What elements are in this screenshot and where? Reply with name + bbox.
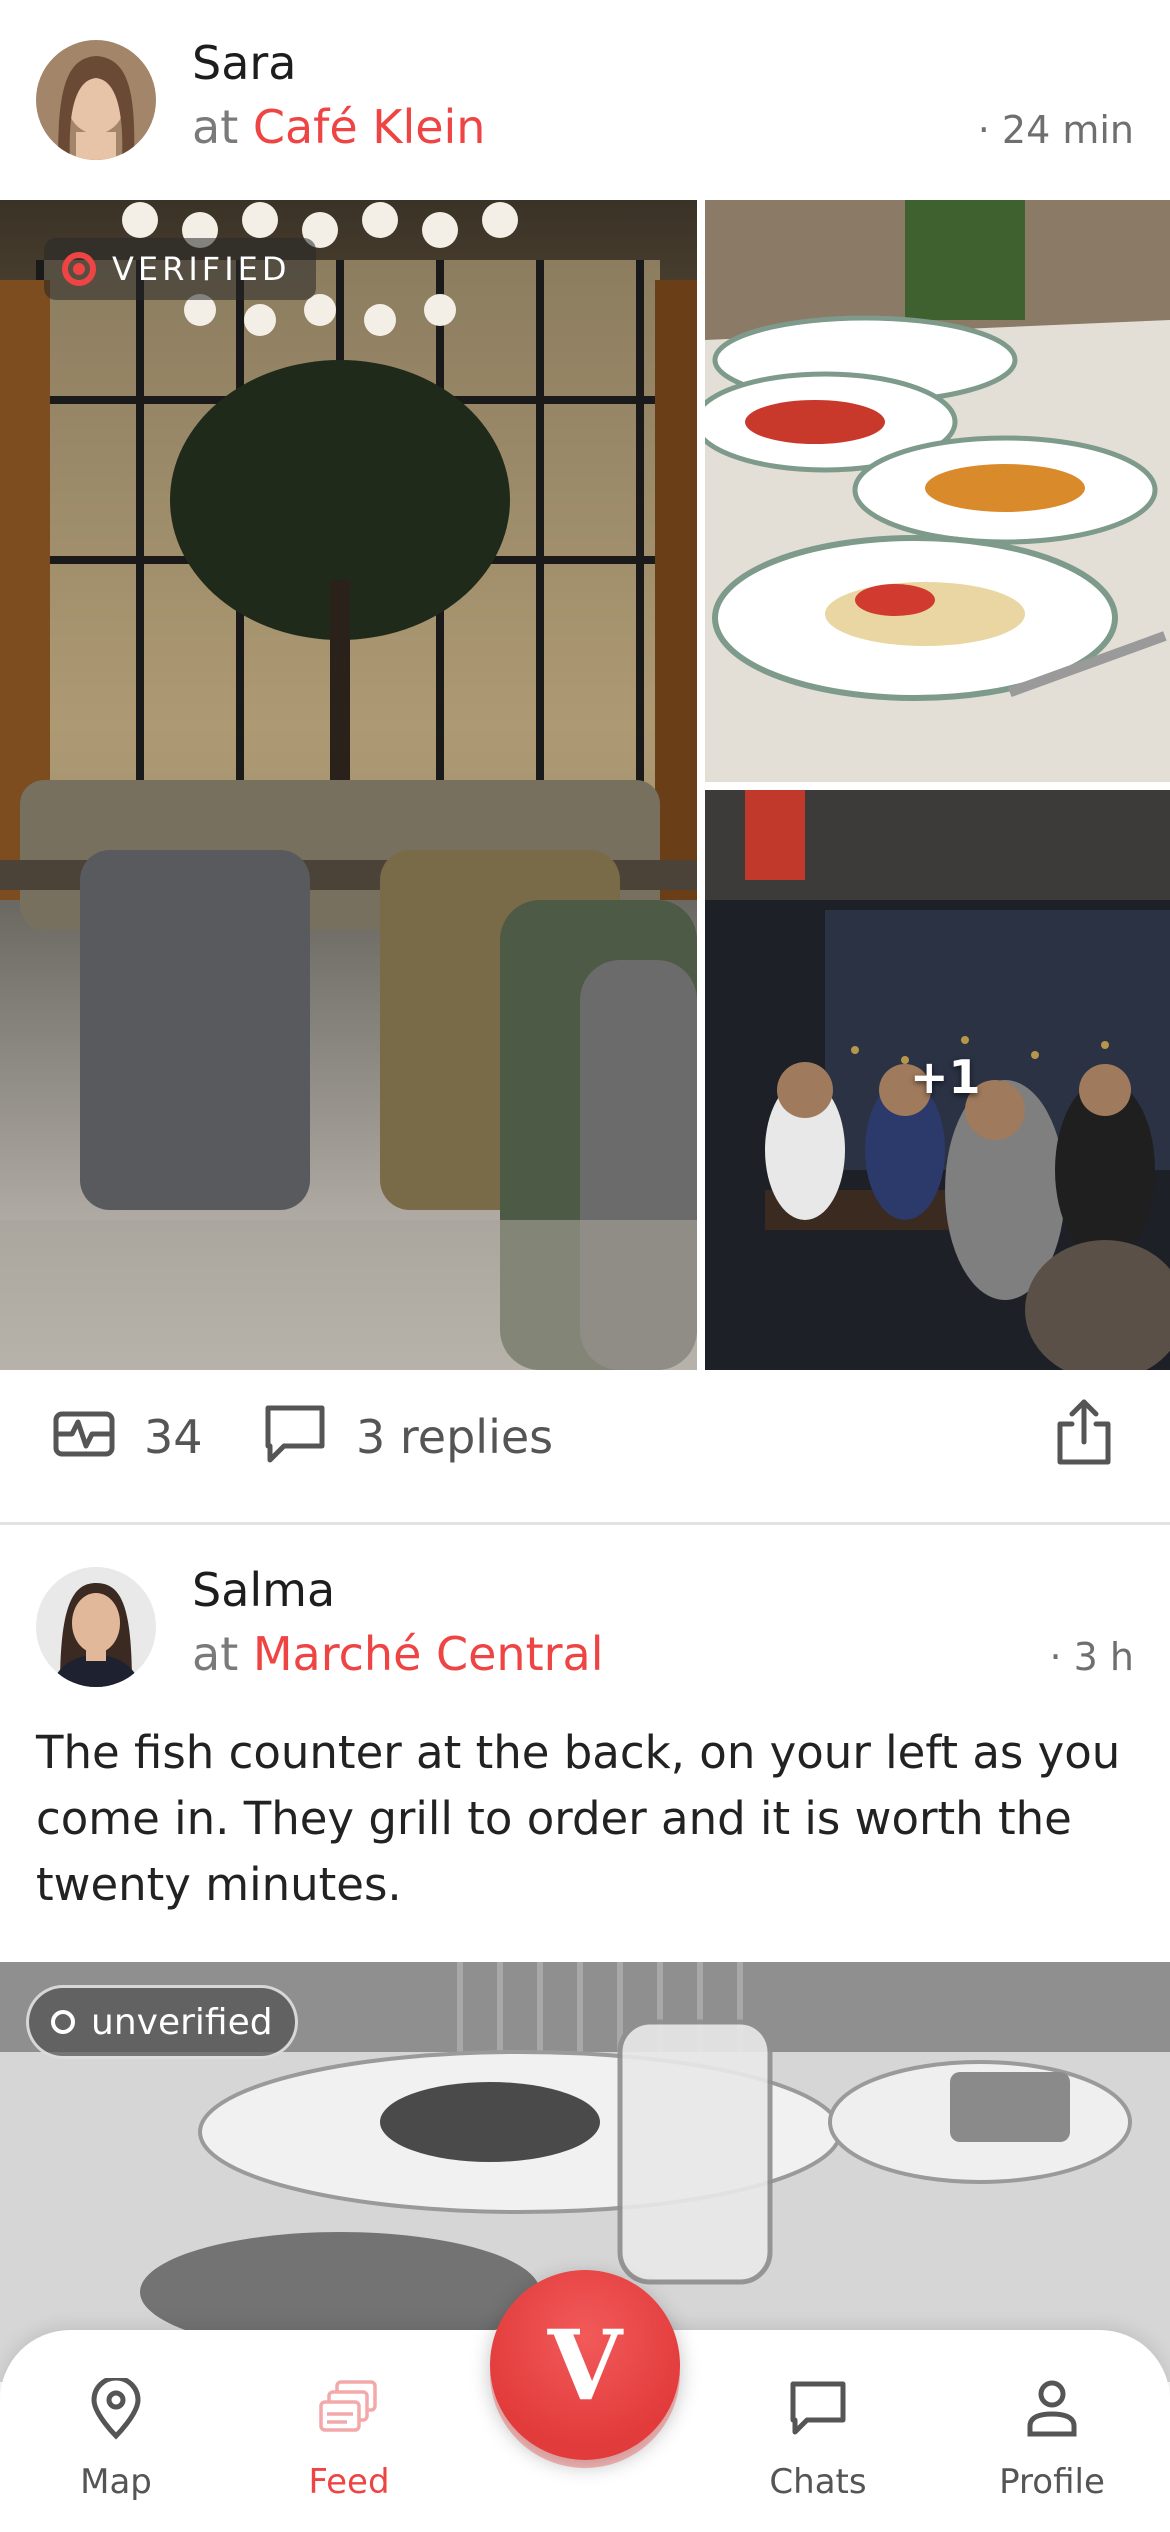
person-icon <box>1024 2378 1080 2442</box>
post-photo-main[interactable] <box>0 200 697 1370</box>
avatar-salma[interactable] <box>36 1567 156 1687</box>
app-logo-button[interactable]: V <box>490 2270 680 2460</box>
post-time: · 24 min <box>977 108 1134 152</box>
avatar-sara[interactable] <box>36 40 156 160</box>
verified-ring-icon <box>62 252 96 286</box>
verified-badge: VERIFIED <box>44 238 317 300</box>
username[interactable]: Sara <box>192 36 297 90</box>
likes-count[interactable]: 34 <box>144 1410 203 1464</box>
tab-label: Profile <box>999 2462 1105 2502</box>
post-header-salma: Salma at Marché Central · 3 h <box>0 1525 1170 1725</box>
replies-count[interactable]: 3 replies <box>356 1410 553 1464</box>
activity-icon[interactable] <box>52 1402 116 1470</box>
unverified-badge: unverified <box>26 1985 298 2059</box>
post-photo-food[interactable] <box>705 200 1170 782</box>
tab-label: Feed <box>308 2462 390 2502</box>
comment-icon[interactable] <box>262 1402 328 1472</box>
tab-label: Map <box>80 2462 152 2502</box>
unverified-circle-icon <box>51 2010 75 2034</box>
share-icon[interactable] <box>1054 1398 1114 1472</box>
tab-label: Chats <box>769 2462 867 2502</box>
chat-icon <box>787 2378 849 2444</box>
location-line: at Café Klein <box>192 100 485 154</box>
tab-map[interactable]: Map <box>26 2330 206 2532</box>
at-label: at <box>192 1627 239 1681</box>
post-header-sara: Sara at Café Klein · 24 min <box>0 0 1170 200</box>
map-pin-icon <box>88 2375 144 2444</box>
tab-feed[interactable]: Feed <box>259 2330 439 2532</box>
unverified-label: unverified <box>91 2001 273 2043</box>
post-body-text: The fish counter at the back, on your le… <box>36 1726 1121 1911</box>
place-link[interactable]: Café Klein <box>253 100 486 154</box>
app-logo-v: V <box>547 2308 623 2422</box>
feed-stack-icon <box>317 2378 381 2442</box>
more-photos-count[interactable]: +1 <box>910 1050 981 1104</box>
at-label: at <box>192 100 239 154</box>
post-time: · 3 h <box>1049 1635 1135 1679</box>
place-link[interactable]: Marché Central <box>253 1627 604 1681</box>
post-actions: 34 3 replies <box>0 1372 1170 1512</box>
location-line: at Marché Central <box>192 1627 604 1681</box>
tab-chats[interactable]: Chats <box>728 2330 908 2532</box>
tab-profile[interactable]: Profile <box>962 2330 1142 2532</box>
verified-label: VERIFIED <box>112 250 291 288</box>
username[interactable]: Salma <box>192 1563 335 1617</box>
